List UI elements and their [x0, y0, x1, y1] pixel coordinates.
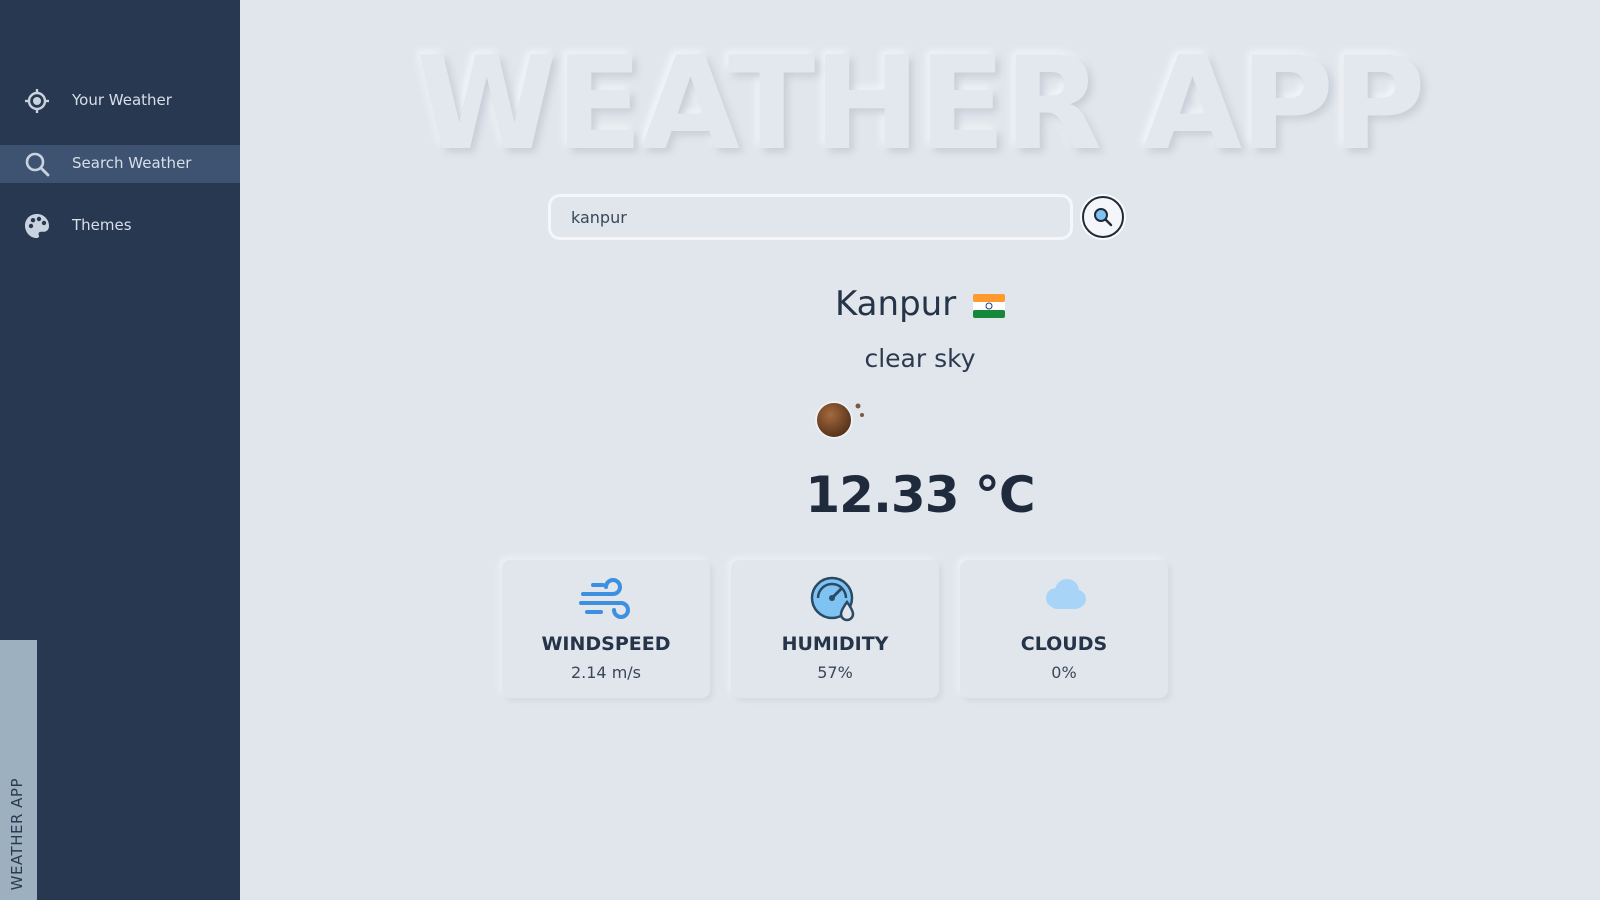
hero-title: WEATHER APP [416, 30, 1425, 179]
clouds-value: 0% [1051, 663, 1077, 682]
app-name-label: WEATHER APP [8, 777, 26, 890]
weather-description: clear sky [864, 344, 976, 373]
temperature-value: 12.33 °C [805, 466, 1035, 524]
windspeed-card: WINDSPEED 2.14 m/s [502, 560, 710, 698]
sidebar-item-your-weather[interactable]: Your Weather [0, 82, 240, 120]
app-name-tab: WEATHER APP [0, 640, 37, 900]
sidebar-item-label: Themes [72, 216, 132, 234]
crosshair-icon [24, 88, 50, 114]
wind-icon [579, 576, 633, 626]
humidity-gauge-icon [810, 576, 860, 628]
humidity-title: HUMIDITY [781, 633, 889, 655]
clouds-title: CLOUDS [1020, 633, 1108, 655]
palette-icon [24, 213, 50, 239]
humidity-value: 57% [817, 663, 853, 682]
search-icon [24, 151, 50, 177]
search-button[interactable] [1082, 196, 1124, 238]
windspeed-title: WINDSPEED [541, 633, 671, 655]
sidebar-item-label: Your Weather [72, 91, 172, 109]
humidity-card: HUMIDITY 57% [731, 560, 939, 698]
sidebar-item-themes[interactable]: Themes [0, 207, 240, 245]
clouds-card: CLOUDS 0% [960, 560, 1168, 698]
city-name: Kanpur [834, 284, 957, 324]
cloud-icon [1039, 576, 1089, 620]
city-heading: Kanpur [240, 284, 1600, 324]
sidebar: Your Weather Search Weather Themes WEATH… [0, 0, 240, 900]
sidebar-item-search-weather[interactable]: Search Weather [0, 145, 240, 183]
clear-night-moon-icon [812, 398, 868, 444]
country-flag [967, 284, 1005, 324]
windspeed-value: 2.14 m/s [570, 663, 642, 682]
sidebar-item-label: Search Weather [72, 154, 192, 172]
search-input[interactable] [548, 194, 1073, 240]
